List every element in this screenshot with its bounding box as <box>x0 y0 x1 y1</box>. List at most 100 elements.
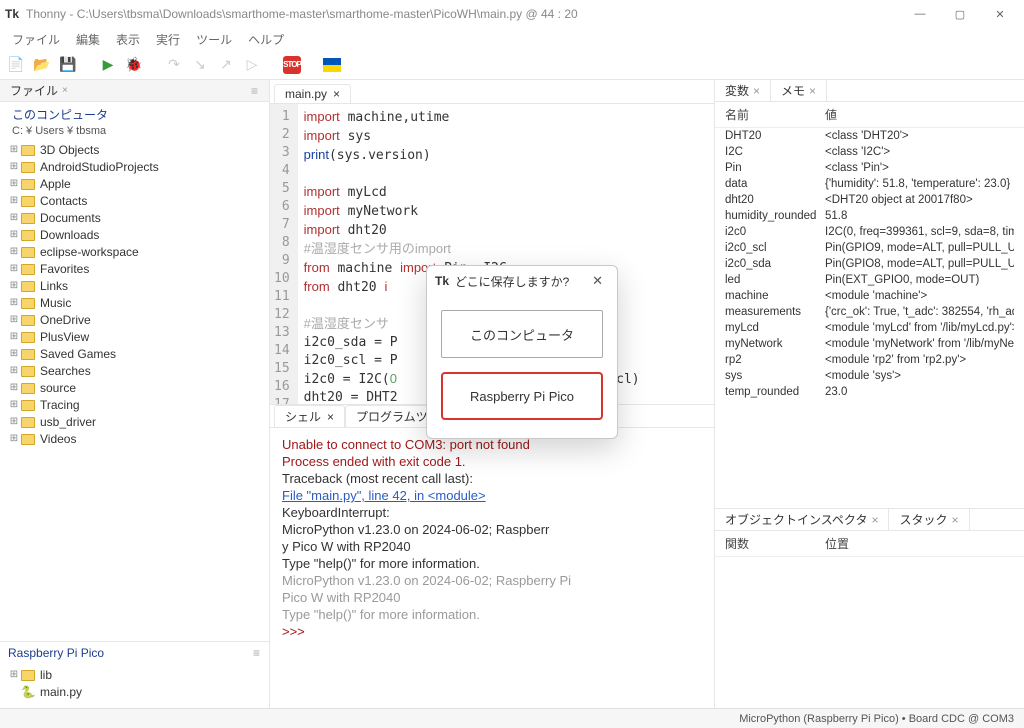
run-icon[interactable]: ▶ <box>98 55 118 75</box>
expand-icon[interactable]: ⊞ <box>8 669 20 680</box>
save-file-icon[interactable]: 💾 <box>58 55 78 75</box>
variable-row[interactable]: myLcd<module 'myLcd' from '/lib/myLcd.py… <box>715 320 1024 336</box>
file-item[interactable]: 🐍main.py <box>6 683 263 700</box>
menu-表示[interactable]: 表示 <box>116 31 140 48</box>
var-value: <module 'machine'> <box>825 290 1014 302</box>
debug-icon[interactable]: 🐞 <box>124 55 144 75</box>
folder-item[interactable]: ⊞Links <box>6 277 263 294</box>
expand-icon[interactable]: ⊞ <box>8 161 20 172</box>
folder-item[interactable]: ⊞Contacts <box>6 192 263 209</box>
menu-実行[interactable]: 実行 <box>156 31 180 48</box>
save-to-computer-button[interactable]: このコンピュータ <box>441 310 603 358</box>
panel-menu-icon[interactable]: ≡ <box>251 84 259 98</box>
step-into-icon[interactable]: ↘ <box>190 55 210 75</box>
tab-memo[interactable]: メモ× <box>771 80 827 101</box>
ukraine-flag-icon[interactable] <box>322 55 342 75</box>
variable-row[interactable]: myNetwork<module 'myNetwork' from '/lib/… <box>715 336 1024 352</box>
expand-icon[interactable]: ⊞ <box>8 331 20 342</box>
folder-item[interactable]: ⊞AndroidStudioProjects <box>6 158 263 175</box>
expand-icon[interactable]: ⊞ <box>8 416 20 427</box>
folder-item[interactable]: ⊞lib <box>6 666 263 683</box>
expand-icon[interactable]: ⊞ <box>8 246 20 257</box>
variable-row[interactable]: i2c0_sclPin(GPIO9, mode=ALT, pull=PULL_U… <box>715 240 1024 256</box>
close-icon[interactable]: × <box>809 84 816 98</box>
folder-item[interactable]: ⊞Favorites <box>6 260 263 277</box>
expand-icon[interactable]: ⊞ <box>8 297 20 308</box>
expand-icon[interactable]: ⊞ <box>8 144 20 155</box>
new-file-icon[interactable]: 📄 <box>6 55 26 75</box>
variable-row[interactable]: measurements{'crc_ok': True, 't_adc': 38… <box>715 304 1024 320</box>
variable-row[interactable]: humidity_rounded51.8 <box>715 208 1024 224</box>
folder-item[interactable]: ⊞3D Objects <box>6 141 263 158</box>
panel-menu-icon[interactable]: ≡ <box>253 646 261 660</box>
folder-item[interactable]: ⊞Searches <box>6 362 263 379</box>
variable-row[interactable]: I2C<class 'I2C'> <box>715 144 1024 160</box>
variable-row[interactable]: data{'humidity': 51.8, 'temperature': 23… <box>715 176 1024 192</box>
expand-icon[interactable]: ⊞ <box>8 365 20 376</box>
shell-tab[interactable]: シェル× <box>274 405 345 427</box>
variable-row[interactable]: i2c0I2C(0, freq=399361, scl=9, sda=8, ti… <box>715 224 1024 240</box>
close-icon[interactable]: × <box>62 85 68 96</box>
step-over-icon[interactable]: ↷ <box>164 55 184 75</box>
close-icon[interactable]: × <box>333 87 340 101</box>
expand-icon[interactable]: ⊞ <box>8 280 20 291</box>
variable-row[interactable]: Pin<class 'Pin'> <box>715 160 1024 176</box>
expand-icon[interactable]: ⊞ <box>8 229 20 240</box>
expand-icon[interactable]: ⊞ <box>8 195 20 206</box>
variable-row[interactable]: temp_rounded23.0 <box>715 384 1024 400</box>
menu-ツール[interactable]: ツール <box>196 31 232 48</box>
tab-stack[interactable]: スタック× <box>889 509 969 530</box>
maximize-button[interactable]: ▢ <box>940 0 980 28</box>
dialog-close-icon[interactable]: ✕ <box>586 271 609 291</box>
menu-ファイル[interactable]: ファイル <box>12 31 60 48</box>
expand-icon[interactable]: ⊞ <box>8 263 20 274</box>
open-file-icon[interactable]: 📂 <box>32 55 52 75</box>
expand-icon[interactable]: ⊞ <box>8 314 20 325</box>
computer-root[interactable]: このコンピュータ C: ¥ Users ¥ tbsma <box>6 106 263 141</box>
editor-tab-main[interactable]: main.py × <box>274 84 351 103</box>
variable-row[interactable]: i2c0_sdaPin(GPIO8, mode=ALT, pull=PULL_U… <box>715 256 1024 272</box>
variable-row[interactable]: DHT20<class 'DHT20'> <box>715 128 1024 144</box>
folder-item[interactable]: ⊞Tracing <box>6 396 263 413</box>
tab-variables[interactable]: 変数× <box>715 80 771 101</box>
variable-row[interactable]: rp2<module 'rp2' from 'rp2.py'> <box>715 352 1024 368</box>
variable-row[interactable]: sys<module 'sys'> <box>715 368 1024 384</box>
folder-item[interactable]: ⊞Music <box>6 294 263 311</box>
close-icon[interactable]: × <box>753 84 760 98</box>
variable-row[interactable]: ledPin(EXT_GPIO0, mode=OUT) <box>715 272 1024 288</box>
folder-item[interactable]: ⊞source <box>6 379 263 396</box>
expand-icon[interactable]: ⊞ <box>8 348 20 359</box>
folder-item[interactable]: ⊞OneDrive <box>6 311 263 328</box>
shell-output[interactable]: Unable to connect to COM3: port not foun… <box>270 428 714 708</box>
folder-item[interactable]: ⊞Saved Games <box>6 345 263 362</box>
expand-icon[interactable]: ⊞ <box>8 399 20 410</box>
resume-icon[interactable]: ▷ <box>242 55 262 75</box>
variable-row[interactable]: machine<module 'machine'> <box>715 288 1024 304</box>
close-icon[interactable]: × <box>327 410 334 424</box>
expand-icon[interactable]: ⊞ <box>8 382 20 393</box>
folder-item[interactable]: ⊞PlusView <box>6 328 263 345</box>
menu-編集[interactable]: 編集 <box>76 31 100 48</box>
tab-object-inspector[interactable]: オブジェクトインスペクタ× <box>715 509 889 530</box>
folder-item[interactable]: ⊞Documents <box>6 209 263 226</box>
close-icon[interactable]: × <box>951 513 958 527</box>
expand-icon[interactable]: ⊞ <box>8 212 20 223</box>
pico-root[interactable]: Raspberry Pi Pico ≡ <box>0 642 269 664</box>
minimize-button[interactable]: — <box>900 0 940 28</box>
files-tab[interactable]: ファイル × ≡ <box>0 80 269 102</box>
folder-item[interactable]: ⊞eclipse-workspace <box>6 243 263 260</box>
menu-ヘルプ[interactable]: ヘルプ <box>248 31 284 48</box>
stop-icon[interactable]: STOP <box>282 55 302 75</box>
step-out-icon[interactable]: ↗ <box>216 55 236 75</box>
expand-icon[interactable]: ⊞ <box>8 178 20 189</box>
folder-item[interactable]: ⊞Downloads <box>6 226 263 243</box>
folder-item[interactable]: ⊞Videos <box>6 430 263 447</box>
folder-item[interactable]: ⊞usb_driver <box>6 413 263 430</box>
statusbar[interactable]: MicroPython (Raspberry Pi Pico) • Board … <box>0 708 1024 728</box>
close-icon[interactable]: × <box>871 513 878 527</box>
variable-row[interactable]: dht20<DHT20 object at 20017f80> <box>715 192 1024 208</box>
close-button[interactable]: ✕ <box>980 0 1020 28</box>
folder-item[interactable]: ⊞Apple <box>6 175 263 192</box>
save-to-pico-button[interactable]: Raspberry Pi Pico <box>441 372 603 420</box>
expand-icon[interactable]: ⊞ <box>8 433 20 444</box>
